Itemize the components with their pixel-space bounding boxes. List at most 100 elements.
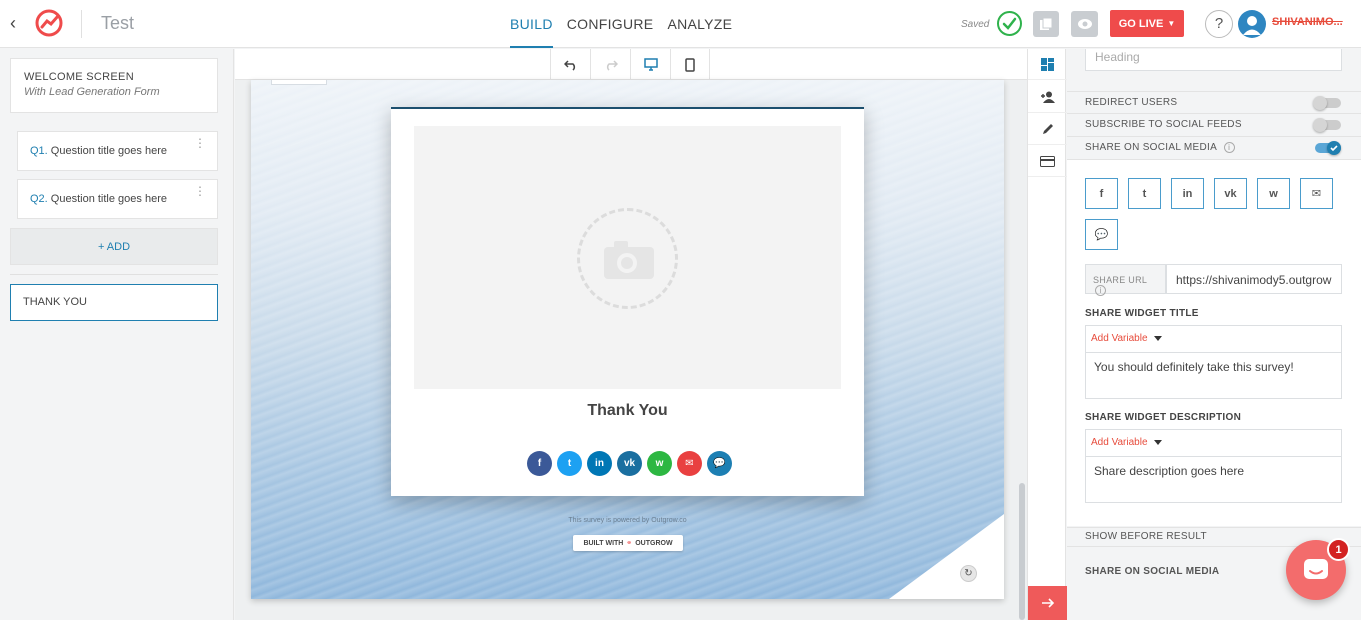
welcome-subtitle: With Lead Generation Form [24, 86, 160, 98]
go-live-label: GO LIVE [1118, 17, 1164, 30]
question-card-2[interactable]: Q2. Question title goes here ⋮ [17, 179, 218, 219]
tab-analyze[interactable]: ANALYZE [667, 0, 732, 48]
notification-badge: 1 [1327, 538, 1350, 561]
add-user-icon[interactable] [1028, 82, 1067, 113]
check-icon [1330, 145, 1338, 152]
username[interactable]: SHIVANIMO... [1272, 16, 1358, 28]
redirect-users-label: REDIRECT USERS [1085, 97, 1178, 108]
built-with-label: BUILT WITH [583, 539, 624, 547]
redirect-users-row: REDIRECT USERS [1067, 91, 1361, 114]
widget-desc-box: Add Variable Share description goes here [1085, 429, 1342, 503]
toggle-knob [1313, 96, 1327, 110]
welcome-screen-card[interactable]: WELCOME SCREEN With Lead Generation Form [10, 58, 218, 113]
subscribe-feeds-row: SUBSCRIBE TO SOCIAL FEEDS [1067, 114, 1361, 137]
redirect-users-toggle[interactable] [1313, 96, 1341, 110]
chat-icon[interactable]: 💬 [1085, 219, 1118, 250]
help-button[interactable]: ? [1205, 10, 1233, 38]
add-variable-label: Add Variable [1091, 333, 1148, 344]
question-card-1[interactable]: Q1. Question title goes here ⋮ [17, 131, 218, 171]
twitter-icon[interactable]: t [557, 451, 582, 476]
card-icon[interactable] [1028, 146, 1067, 177]
layout-grid-icon[interactable] [1028, 49, 1067, 80]
main-nav: BUILD CONFIGURE ANALYZE [510, 0, 732, 48]
share-settings-box: f t in vk w ✉ 💬 SHARE URL i https://shiv… [1067, 160, 1361, 526]
vk-icon[interactable]: vk [1214, 178, 1247, 209]
share-url-input[interactable]: https://shivanimody5.outgrow [1166, 264, 1342, 294]
desktop-view-icon[interactable] [630, 49, 670, 80]
chat-bubble-icon [1304, 559, 1328, 579]
mobile-view-icon[interactable] [670, 49, 710, 80]
twitter-icon[interactable]: t [1128, 178, 1161, 209]
info-icon[interactable]: i [1095, 285, 1106, 297]
image-placeholder[interactable] [414, 126, 841, 389]
go-live-button[interactable]: GO LIVE ▼ [1110, 10, 1184, 37]
settings-panel: Heading REDIRECT USERS SUBSCRIBE TO SOCI… [1067, 49, 1361, 620]
preview-tab-stub [271, 80, 327, 85]
outgrow-logo[interactable] [34, 8, 66, 38]
share-social-row: SHARE ON SOCIAL MEDIA i [1067, 137, 1361, 160]
heading-input[interactable]: Heading [1085, 49, 1342, 71]
divider [10, 274, 218, 275]
share-social-toggle[interactable] [1315, 141, 1341, 155]
caret-down-icon [1153, 439, 1162, 445]
vk-icon[interactable]: vk [617, 451, 642, 476]
whatsapp-icon[interactable]: w [647, 451, 672, 476]
templates-icon[interactable] [1033, 11, 1059, 37]
more-options-icon[interactable]: ⋮ [194, 137, 206, 149]
chat-icon[interactable]: 💬 [707, 451, 732, 476]
add-variable-dropdown[interactable]: Add Variable [1086, 326, 1341, 353]
caret-down-icon [1153, 335, 1162, 341]
built-with-brand: OUTGROW [635, 539, 673, 547]
canvas-area: Thank You f t in vk w ✉ 💬 This survey is… [235, 49, 1027, 620]
subscribe-feeds-label: SUBSCRIBE TO SOCIAL FEEDS [1085, 119, 1242, 130]
share-social-label: SHARE ON SOCIAL MEDIA [1085, 142, 1217, 154]
toggle-knob [1327, 141, 1341, 155]
toggle-knob [1313, 118, 1327, 132]
tab-configure[interactable]: CONFIGURE [567, 0, 654, 48]
email-icon[interactable]: ✉ [1300, 178, 1333, 209]
preview-eye-icon[interactable] [1071, 11, 1098, 37]
user-avatar[interactable] [1238, 10, 1266, 38]
canvas-scrollbar[interactable] [1019, 483, 1025, 620]
welcome-title: WELCOME SCREEN [24, 71, 134, 83]
facebook-icon[interactable]: f [527, 451, 552, 476]
add-variable-dropdown[interactable]: Add Variable [1086, 430, 1341, 457]
next-arrow-button[interactable] [1028, 586, 1067, 620]
settings-icon-strip [1027, 49, 1067, 620]
widget-desc-input[interactable]: Share description goes here [1086, 457, 1341, 485]
reset-icon[interactable]: ↻ [960, 565, 977, 582]
subscribe-feeds-toggle[interactable] [1313, 118, 1341, 132]
facebook-icon[interactable]: f [1085, 178, 1118, 209]
undo-icon[interactable] [550, 49, 590, 80]
question-number: Q1. [30, 145, 48, 157]
question-title: Question title goes here [50, 193, 167, 205]
editor-toolbar [235, 49, 1027, 80]
project-title[interactable]: Test [101, 13, 134, 34]
widget-title-label: SHARE WIDGET TITLE [1085, 308, 1199, 319]
info-icon[interactable]: i [1223, 142, 1235, 153]
add-question-button[interactable]: + ADD [10, 228, 218, 265]
widget-title-input[interactable]: You should definitely take this survey! [1086, 353, 1341, 381]
email-icon[interactable]: ✉ [677, 451, 702, 476]
top-bar: ‹ Test BUILD CONFIGURE ANALYZE Saved GO … [0, 0, 1361, 48]
share-url-label: SHARE URL i [1085, 264, 1166, 297]
more-options-icon[interactable]: ⋮ [194, 185, 206, 197]
pencil-icon[interactable] [1028, 114, 1067, 145]
saved-check-icon [997, 11, 1022, 36]
thank-you-card[interactable]: THANK YOU [10, 284, 218, 321]
social-share-buttons: f t in vk w ✉ 💬 [527, 451, 732, 476]
tab-build[interactable]: BUILD [510, 0, 553, 48]
camera-icon [577, 208, 678, 309]
built-with-badge[interactable]: BUILT WITH ⚭ OUTGROW [573, 535, 683, 551]
corner-fold [889, 514, 1004, 599]
whatsapp-icon[interactable]: w [1257, 178, 1290, 209]
left-sidebar: WELCOME SCREEN With Lead Generation Form… [0, 49, 234, 620]
question-number: Q2. [30, 193, 48, 205]
share-url-label-text: SHARE URL [1093, 275, 1147, 285]
linkedin-icon[interactable]: in [1171, 178, 1204, 209]
outgrow-mini-logo-icon: ⚭ [626, 540, 633, 547]
linkedin-icon[interactable]: in [587, 451, 612, 476]
back-arrow-icon[interactable]: ‹ [10, 12, 28, 34]
redo-icon[interactable] [590, 49, 630, 80]
arrow-right-icon [1041, 598, 1054, 608]
